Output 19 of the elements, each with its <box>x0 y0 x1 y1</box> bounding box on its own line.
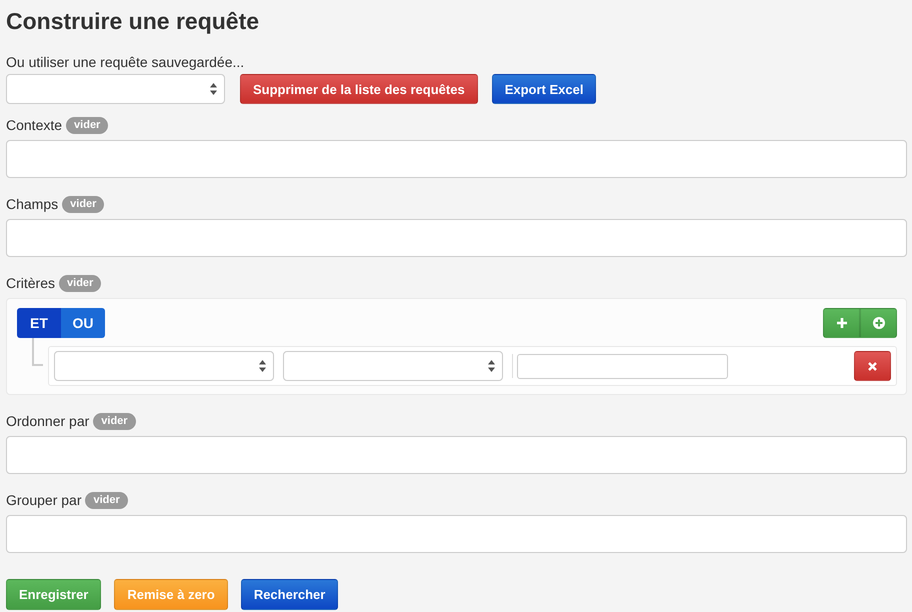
button[interactable]: Enregistrer <box>6 579 102 610</box>
field-label: Champs <box>6 196 58 212</box>
clear-badge[interactable]: vider <box>85 492 128 508</box>
clear-badge[interactable]: vider <box>93 412 136 430</box>
clear-badge[interactable]: vider <box>62 196 104 212</box>
clear-badge[interactable]: vider <box>66 116 108 134</box>
conjunction-toggle[interactable]: OU <box>61 308 105 338</box>
button[interactable]: Rechercher <box>240 579 338 610</box>
field-label: Critères <box>6 275 56 291</box>
field-label: Ordonner par <box>6 413 90 429</box>
clear-badge[interactable]: vider <box>59 274 102 292</box>
button[interactable]: Export Excel <box>492 74 596 104</box>
field-label: Ou utiliser une requête sauvegardée... <box>6 53 246 72</box>
conjunction-toggle[interactable]: ET <box>17 308 61 338</box>
field-label: Grouper par <box>6 492 82 508</box>
field-label: Contexte <box>6 117 62 133</box>
button[interactable]: Remise à zero <box>114 579 228 610</box>
button[interactable]: Supprimer de la liste des requêtes <box>240 74 478 104</box>
page-title: Construire une requête <box>6 7 260 36</box>
